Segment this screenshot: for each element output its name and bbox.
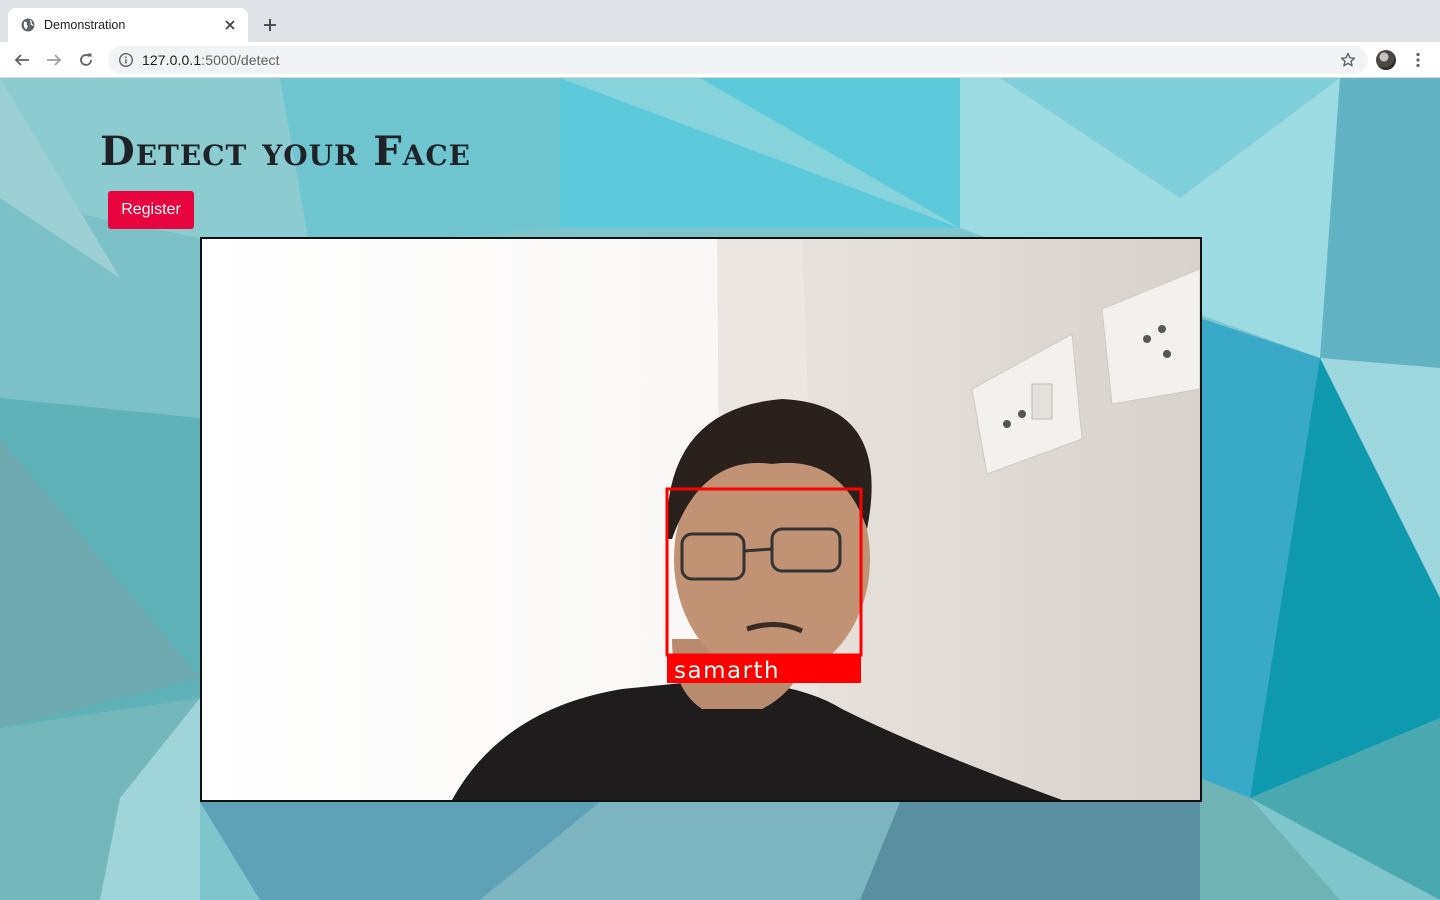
reload-icon <box>80 53 92 66</box>
tab-title: Demonstration <box>44 18 126 32</box>
tab-strip: Demonstration <box>0 0 1440 42</box>
url-text: 127.0.0.1:5000/detect <box>142 52 280 68</box>
page-title: Detect your Face <box>100 128 471 175</box>
url-path: :5000/detect <box>201 52 280 68</box>
page-viewport: Detect your Face Register samarth <box>0 78 1440 900</box>
url-host: 127.0.0.1 <box>142 52 202 68</box>
close-icon[interactable] <box>222 17 238 33</box>
register-button[interactable]: Register <box>108 191 194 229</box>
more-vert-icon[interactable] <box>1408 50 1428 70</box>
browser-tab[interactable]: Demonstration <box>8 8 248 42</box>
globe-icon <box>20 17 36 33</box>
bookmark-star-icon[interactable] <box>1340 52 1356 68</box>
arrow-right-icon <box>47 54 62 66</box>
arrow-left-icon <box>14 54 29 66</box>
browser-toolbar: 127.0.0.1:5000/detect <box>0 42 1440 78</box>
camera-image: samarth <box>202 239 1200 800</box>
back-button[interactable] <box>10 48 34 72</box>
forward-button[interactable] <box>42 48 66 72</box>
plus-icon <box>264 19 276 31</box>
new-tab-button[interactable] <box>258 13 282 37</box>
info-icon[interactable] <box>118 52 134 68</box>
reload-button[interactable] <box>74 48 98 72</box>
address-bar[interactable]: 127.0.0.1:5000/detect <box>108 46 1368 74</box>
video-feed: samarth <box>200 237 1202 802</box>
profile-avatar[interactable] <box>1376 50 1396 70</box>
face-label: samarth <box>674 658 780 684</box>
